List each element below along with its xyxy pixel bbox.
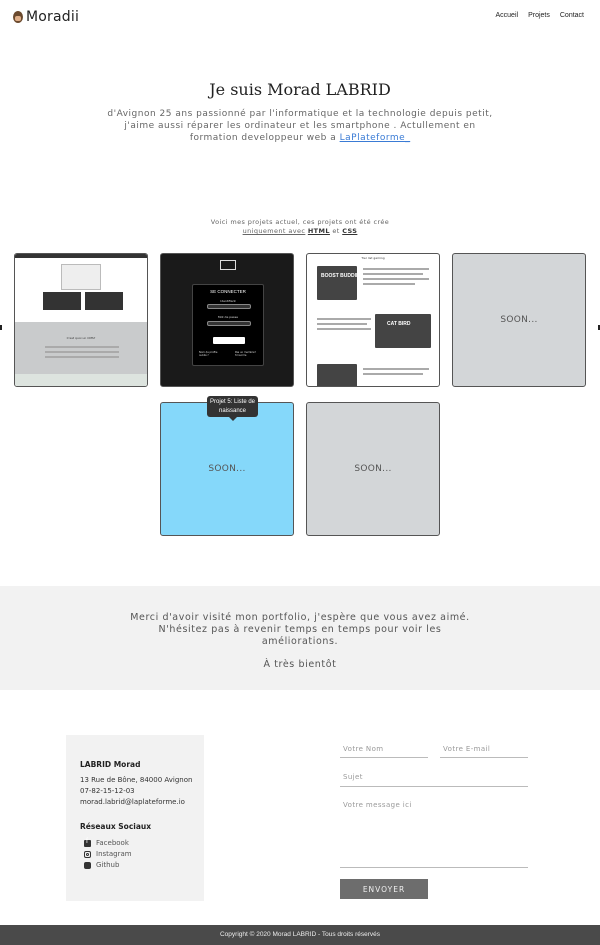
thumb-line (45, 351, 119, 353)
contact-name: LABRID Morad (80, 760, 141, 769)
project-card-6[interactable]: SOON... (306, 402, 440, 536)
project-card-1[interactable]: C'est quoi un CMS? (14, 253, 148, 387)
main-nav: Accueil Projets Contact (496, 12, 585, 19)
thumb-line (317, 323, 367, 325)
footer-copyright: Copyright © 2020 Morad LABRID - Tous dro… (0, 925, 600, 945)
social-label: Facebook (96, 839, 129, 847)
social-link-instagram[interactable]: Instagram (84, 850, 132, 858)
thumb-block (85, 292, 123, 310)
logo[interactable]: Moradii (13, 9, 79, 25)
thumb-line (45, 346, 119, 348)
project-1-thumbnail (15, 254, 147, 322)
project-tooltip: Projet 5: Liste de naissance (207, 396, 258, 421)
header: Moradii Accueil Projets Contact (0, 0, 600, 36)
thumb-field (207, 321, 251, 326)
and-label: et (332, 227, 340, 235)
avatar-icon (13, 11, 23, 23)
laplateforme-link[interactable]: LaPlateforme_ (340, 133, 411, 143)
thumb-logo (220, 260, 236, 270)
nav-item-projets[interactable]: Projets (528, 12, 550, 19)
send-button[interactable]: ENVOYER (340, 879, 428, 899)
projects-intro-line1: Voici mes projets actuel, ces projets on… (210, 218, 390, 226)
logo-text: Moradii (26, 9, 80, 25)
projects-intro-prefix: uniquement avec (242, 227, 306, 235)
email-field[interactable] (440, 740, 528, 758)
thumb-footer (15, 374, 147, 386)
thumb-section: C'est quoi un CMS? (15, 322, 147, 374)
page-title: Je suis Morad LABRID (209, 80, 391, 99)
hero-description-text: d'Avignon 25 ans passionné par l'informa… (107, 109, 493, 143)
thumb-game-title: BOOST BUDDIES (321, 273, 363, 279)
contact-address: 13 Rue de Bône, 84000 Avignon (80, 776, 193, 784)
thumb-game-image (317, 364, 357, 386)
thumb-block (43, 292, 81, 310)
hero-description: d'Avignon 25 ans passionné par l'informa… (100, 108, 500, 144)
html-label: HTML (307, 227, 330, 235)
thumb-game-image (317, 266, 357, 300)
goodbye-text: À très bientôt (263, 659, 337, 670)
thumb-forgot-link: Nom de profile oublié ? (199, 351, 218, 357)
contact-phone: 07-82-15-12-03 (80, 787, 135, 795)
thanks-section: Merci d'avoir visité mon portfolio, j'es… (0, 586, 600, 690)
projects-intro: Voici mes projets actuel, ces projets on… (150, 218, 450, 236)
subject-field[interactable] (340, 768, 528, 787)
thumb-line (363, 283, 415, 285)
facebook-icon (84, 838, 91, 847)
soon-label: SOON... (208, 464, 246, 474)
thumb-navbar (15, 254, 147, 258)
thumb-login-button (213, 337, 245, 344)
thumb-line (363, 278, 429, 280)
soon-label: SOON... (354, 464, 392, 474)
thumb-pass-label: Mot de passe (218, 315, 238, 319)
project-card-2[interactable]: SE CONNECTER Identifiant Mot de passe No… (160, 253, 294, 387)
thumb-line (317, 328, 371, 330)
thumb-title: Tier list gaming (361, 256, 385, 260)
social-link-github[interactable]: Github (84, 861, 119, 869)
thumb-screenshot (61, 264, 101, 290)
soon-label: SOON... (500, 315, 538, 325)
social-title: Réseaux Sociaux (80, 822, 152, 831)
thumb-line (363, 268, 429, 270)
project-card-4[interactable]: SOON... (452, 253, 586, 387)
github-icon (84, 861, 91, 869)
thumb-line (363, 373, 423, 375)
contact-email: morad.labrid@laplateforme.io (80, 798, 185, 806)
instagram-icon (84, 850, 91, 858)
thanks-message: Merci d'avoir visité mon portfolio, j'es… (130, 612, 470, 647)
message-field[interactable] (340, 797, 528, 868)
thumb-line (45, 356, 119, 358)
thumb-login-panel: SE CONNECTER Identifiant Mot de passe No… (192, 284, 264, 366)
nav-item-contact[interactable]: Contact (560, 12, 584, 19)
nav-item-accueil[interactable]: Accueil (496, 12, 519, 19)
project-card-5[interactable]: SOON... (160, 402, 294, 536)
thumb-field (207, 304, 251, 309)
thumb-game-image (375, 314, 431, 348)
social-label: Github (96, 861, 120, 869)
thumb-login-title: SE CONNECTER (210, 289, 246, 294)
thumb-game-title: CAT BIRD (387, 321, 411, 327)
thumb-line (317, 318, 371, 320)
thumb-line (363, 368, 429, 370)
social-label: Instagram (96, 850, 132, 858)
scroll-edge-mark (0, 325, 2, 330)
thumb-user-label: Identifiant (220, 299, 236, 303)
thumb-signup-link: Pas un membre? S'inscrire (235, 351, 256, 357)
css-label: CSS (342, 227, 358, 235)
social-link-facebook[interactable]: Facebook (84, 838, 129, 847)
thumb-caption: C'est quoi un CMS? (66, 336, 96, 340)
thumb-line (363, 273, 423, 275)
name-field[interactable] (340, 740, 428, 758)
contact-info-card: LABRID Morad 13 Rue de Bône, 84000 Avign… (66, 735, 204, 901)
project-card-3[interactable]: Tier list gaming BOOST BUDDIES CAT BIRD (306, 253, 440, 387)
